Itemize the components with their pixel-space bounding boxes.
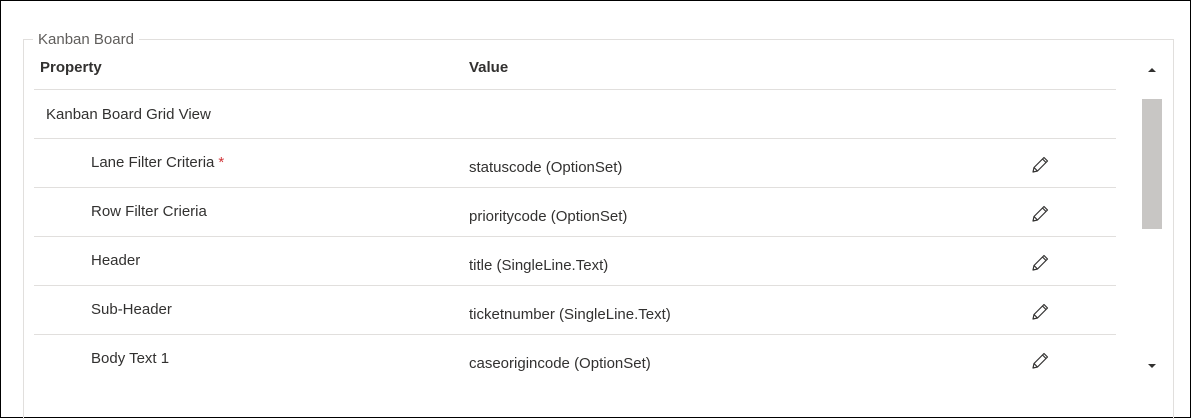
property-label: Body Text 1 [91, 350, 170, 367]
section-title: Kanban Board [33, 31, 139, 49]
table-row[interactable]: Row Filter Crieria prioritycode (OptionS… [34, 188, 1116, 237]
pencil-icon[interactable] [1030, 155, 1050, 175]
grid-header-row: Property Value [34, 53, 1116, 90]
pencil-icon[interactable] [1030, 302, 1050, 322]
table-row[interactable]: Body Text 1 caseorigincode (OptionSet) [34, 335, 1116, 383]
property-value: ticketnumber (SingleLine.Text) [469, 306, 671, 323]
required-indicator: * [218, 154, 225, 171]
column-header-value: Value [469, 59, 509, 76]
property-value: statuscode (OptionSet) [469, 159, 623, 176]
property-label: Sub-Header [91, 301, 172, 318]
property-value: title (SingleLine.Text) [469, 257, 609, 274]
group-row[interactable]: Kanban Board Grid View [34, 90, 1116, 139]
property-label: Header [91, 252, 141, 269]
property-value: prioritycode (OptionSet) [469, 208, 628, 225]
table-row[interactable]: Lane Filter Criteria * statuscode (Option… [34, 139, 1116, 188]
column-header-property: Property [40, 59, 102, 76]
property-value: caseorigincode (OptionSet) [469, 355, 651, 372]
table-row[interactable]: Header title (SingleLine.Text) [34, 237, 1116, 286]
group-label: Kanban Board Grid View [46, 106, 211, 123]
table-row[interactable]: Sub-Header ticketnumber (SingleLine.Text… [34, 286, 1116, 335]
pencil-icon[interactable] [1030, 253, 1050, 273]
property-label: Lane Filter Criteria * [91, 154, 225, 171]
pencil-icon[interactable] [1030, 204, 1050, 224]
scrollbar-thumb[interactable] [1142, 99, 1162, 229]
scroll-down-arrow-icon[interactable] [1145, 359, 1159, 373]
vertical-scrollbar[interactable] [1140, 59, 1164, 379]
pencil-icon[interactable] [1030, 351, 1050, 371]
scroll-up-arrow-icon[interactable] [1145, 63, 1159, 77]
property-grid: Property Value Kanban Board Grid View La… [34, 53, 1116, 383]
property-label: Row Filter Crieria [91, 203, 207, 220]
